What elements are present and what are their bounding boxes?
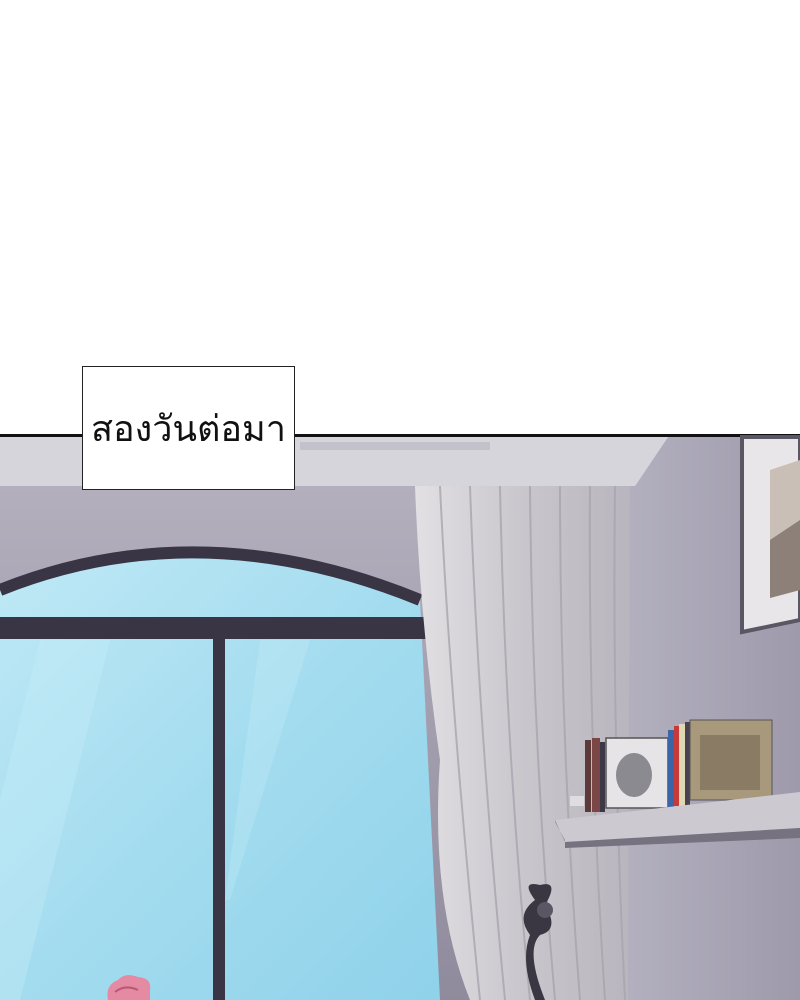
ceiling-vent bbox=[300, 442, 490, 450]
caption-text: สองวันต่อมา bbox=[91, 408, 286, 450]
caption-box: สองวันต่อมา bbox=[82, 366, 295, 490]
wall-painting bbox=[740, 435, 800, 635]
arched-window bbox=[0, 546, 440, 1000]
comic-panel-scene bbox=[0, 0, 800, 1000]
